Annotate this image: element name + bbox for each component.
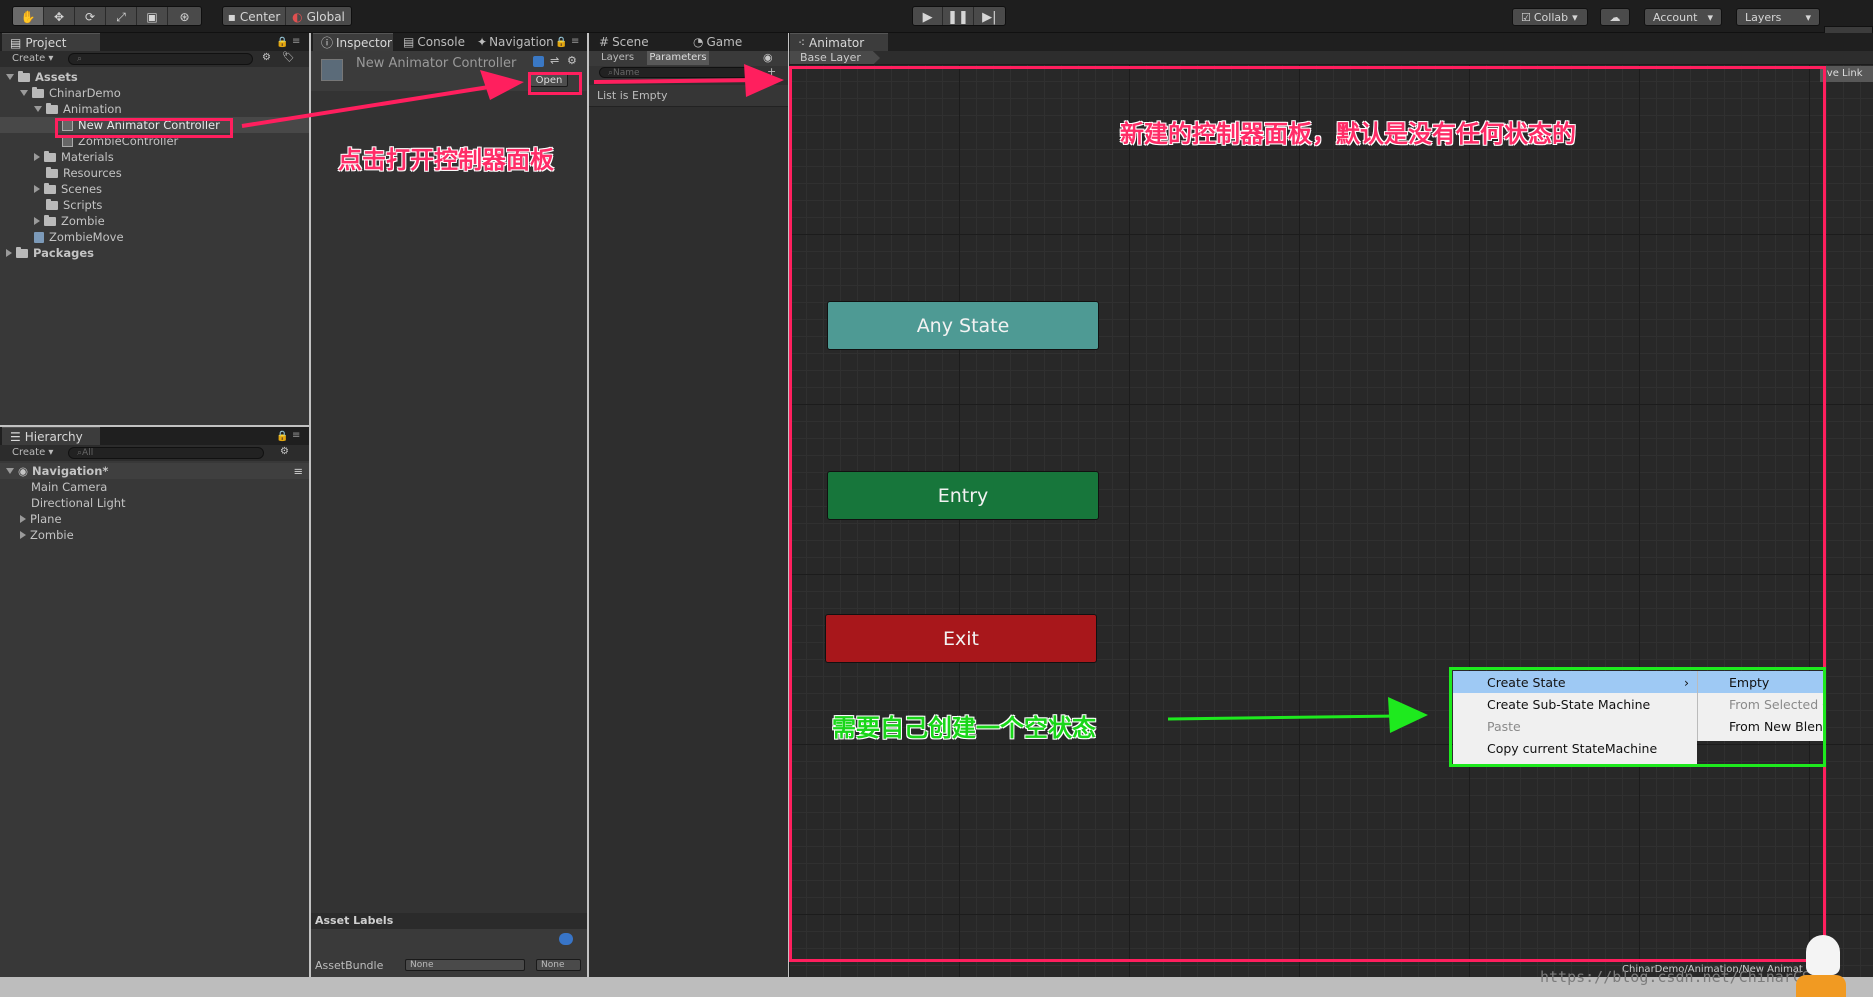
- annotation-open-hint: 点击打开控制器面板: [338, 146, 554, 174]
- watermark: https://blog.csdn.net/ChinarCSDN: [1540, 968, 1829, 986]
- mascot-badge: [1796, 975, 1846, 997]
- mascot-logo: [1806, 935, 1840, 975]
- arrow-to-context-menu: [1167, 697, 1428, 733]
- annotation-panel-hint: 新建的控制器面板，默认是没有任何状态的: [1120, 120, 1576, 148]
- arrow-to-open-button: [241, 70, 524, 128]
- annotation-arrows: [241, 64, 1428, 733]
- annotation-create-hint: 需要自己创建一个空状态: [832, 714, 1096, 742]
- arrow-to-animator-panel: [593, 64, 784, 97]
